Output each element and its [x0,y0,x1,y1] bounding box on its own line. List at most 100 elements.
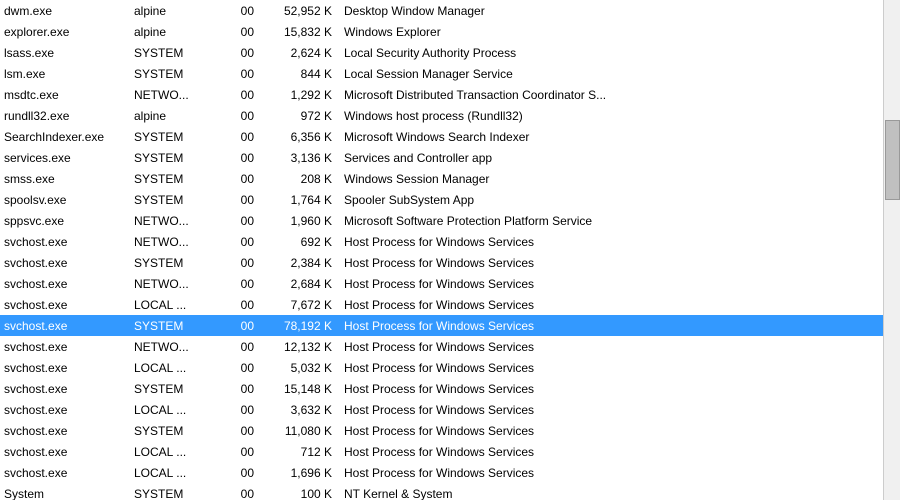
process-name: rundll32.exe [0,105,130,126]
process-name: smss.exe [0,168,130,189]
process-description: Host Process for Windows Services [340,231,883,252]
process-name: svchost.exe [0,420,130,441]
process-memory: 6,356 K [260,126,340,147]
process-cpu: 00 [220,357,260,378]
process-name: svchost.exe [0,462,130,483]
process-user: SYSTEM [130,483,220,500]
table-row[interactable]: rundll32.exealpine00972 KWindows host pr… [0,105,883,126]
scrollbar-thumb[interactable] [885,120,900,200]
process-description: Host Process for Windows Services [340,441,883,462]
table-row[interactable]: services.exeSYSTEM003,136 KServices and … [0,147,883,168]
process-name: dwm.exe [0,0,130,21]
table-row[interactable]: lsass.exeSYSTEM002,624 KLocal Security A… [0,42,883,63]
process-memory: 52,952 K [260,0,340,21]
process-description: Services and Controller app [340,147,883,168]
process-cpu: 00 [220,126,260,147]
process-cpu: 00 [220,168,260,189]
table-row[interactable]: svchost.exeLOCAL ...003,632 KHost Proces… [0,399,883,420]
process-name: svchost.exe [0,252,130,273]
process-memory: 2,624 K [260,42,340,63]
process-cpu: 00 [220,441,260,462]
process-cpu: 00 [220,147,260,168]
process-memory: 15,832 K [260,21,340,42]
process-memory: 5,032 K [260,357,340,378]
table-row[interactable]: svchost.exeLOCAL ...007,672 KHost Proces… [0,294,883,315]
process-memory: 972 K [260,105,340,126]
process-cpu: 00 [220,483,260,500]
process-memory: 11,080 K [260,420,340,441]
process-memory: 3,136 K [260,147,340,168]
process-description: Host Process for Windows Services [340,357,883,378]
process-description: Microsoft Distributed Transaction Coordi… [340,84,883,105]
table-row[interactable]: svchost.exeLOCAL ...001,696 KHost Proces… [0,462,883,483]
process-user: LOCAL ... [130,462,220,483]
process-name: svchost.exe [0,357,130,378]
process-description: Host Process for Windows Services [340,252,883,273]
process-name: msdtc.exe [0,84,130,105]
table-row[interactable]: svchost.exeSYSTEM002,384 KHost Process f… [0,252,883,273]
process-name: lsass.exe [0,42,130,63]
process-user: SYSTEM [130,420,220,441]
table-row[interactable]: svchost.exeSYSTEM0015,148 KHost Process … [0,378,883,399]
table-row[interactable]: explorer.exealpine0015,832 KWindows Expl… [0,21,883,42]
table-row[interactable]: svchost.exeLOCAL ...005,032 KHost Proces… [0,357,883,378]
process-description: Host Process for Windows Services [340,336,883,357]
process-memory: 1,696 K [260,462,340,483]
process-name: svchost.exe [0,273,130,294]
process-cpu: 00 [220,336,260,357]
process-name: services.exe [0,147,130,168]
table-row[interactable]: svchost.exeSYSTEM0011,080 KHost Process … [0,420,883,441]
process-name: sppsvc.exe [0,210,130,231]
process-description: Host Process for Windows Services [340,294,883,315]
process-description: Host Process for Windows Services [340,378,883,399]
process-user: LOCAL ... [130,441,220,462]
process-user: SYSTEM [130,63,220,84]
process-description: Microsoft Software Protection Platform S… [340,210,883,231]
process-user: alpine [130,0,220,21]
process-description: Microsoft Windows Search Indexer [340,126,883,147]
process-user: NETWO... [130,231,220,252]
process-name: svchost.exe [0,378,130,399]
process-name: explorer.exe [0,21,130,42]
process-user: SYSTEM [130,252,220,273]
table-row[interactable]: svchost.exeNETWO...0012,132 KHost Proces… [0,336,883,357]
process-cpu: 00 [220,420,260,441]
scrollbar[interactable] [883,0,900,500]
process-user: LOCAL ... [130,399,220,420]
table-row[interactable]: spoolsv.exeSYSTEM001,764 KSpooler SubSys… [0,189,883,210]
process-memory: 2,384 K [260,252,340,273]
process-memory: 15,148 K [260,378,340,399]
process-description: Host Process for Windows Services [340,315,883,336]
process-memory: 712 K [260,441,340,462]
process-description: Local Session Manager Service [340,63,883,84]
process-name: spoolsv.exe [0,189,130,210]
process-description: Windows Session Manager [340,168,883,189]
process-user: SYSTEM [130,189,220,210]
process-user: SYSTEM [130,378,220,399]
process-memory: 1,292 K [260,84,340,105]
table-row[interactable]: msdtc.exeNETWO...001,292 KMicrosoft Dist… [0,84,883,105]
process-user: SYSTEM [130,315,220,336]
process-user: SYSTEM [130,42,220,63]
process-memory: 3,632 K [260,399,340,420]
process-memory: 7,672 K [260,294,340,315]
process-table: dwm.exealpine0052,952 KDesktop Window Ma… [0,0,883,500]
table-row[interactable]: dwm.exealpine0052,952 KDesktop Window Ma… [0,0,883,21]
table-row[interactable]: smss.exeSYSTEM00208 KWindows Session Man… [0,168,883,189]
process-user: SYSTEM [130,147,220,168]
table-row[interactable]: lsm.exeSYSTEM00844 KLocal Session Manage… [0,63,883,84]
process-cpu: 00 [220,189,260,210]
table-row[interactable]: SearchIndexer.exeSYSTEM006,356 KMicrosof… [0,126,883,147]
table-row[interactable]: sppsvc.exeNETWO...001,960 KMicrosoft Sof… [0,210,883,231]
process-cpu: 00 [220,315,260,336]
table-row[interactable]: svchost.exeNETWO...002,684 KHost Process… [0,273,883,294]
process-cpu: 00 [220,84,260,105]
table-row[interactable]: svchost.exeNETWO...00692 KHost Process f… [0,231,883,252]
process-memory: 208 K [260,168,340,189]
table-row[interactable]: svchost.exeSYSTEM0078,192 KHost Process … [0,315,883,336]
table-row[interactable]: SystemSYSTEM00100 KNT Kernel & System [0,483,883,500]
table-row[interactable]: svchost.exeLOCAL ...00712 KHost Process … [0,441,883,462]
process-name: svchost.exe [0,315,130,336]
process-cpu: 00 [220,21,260,42]
process-user: NETWO... [130,336,220,357]
